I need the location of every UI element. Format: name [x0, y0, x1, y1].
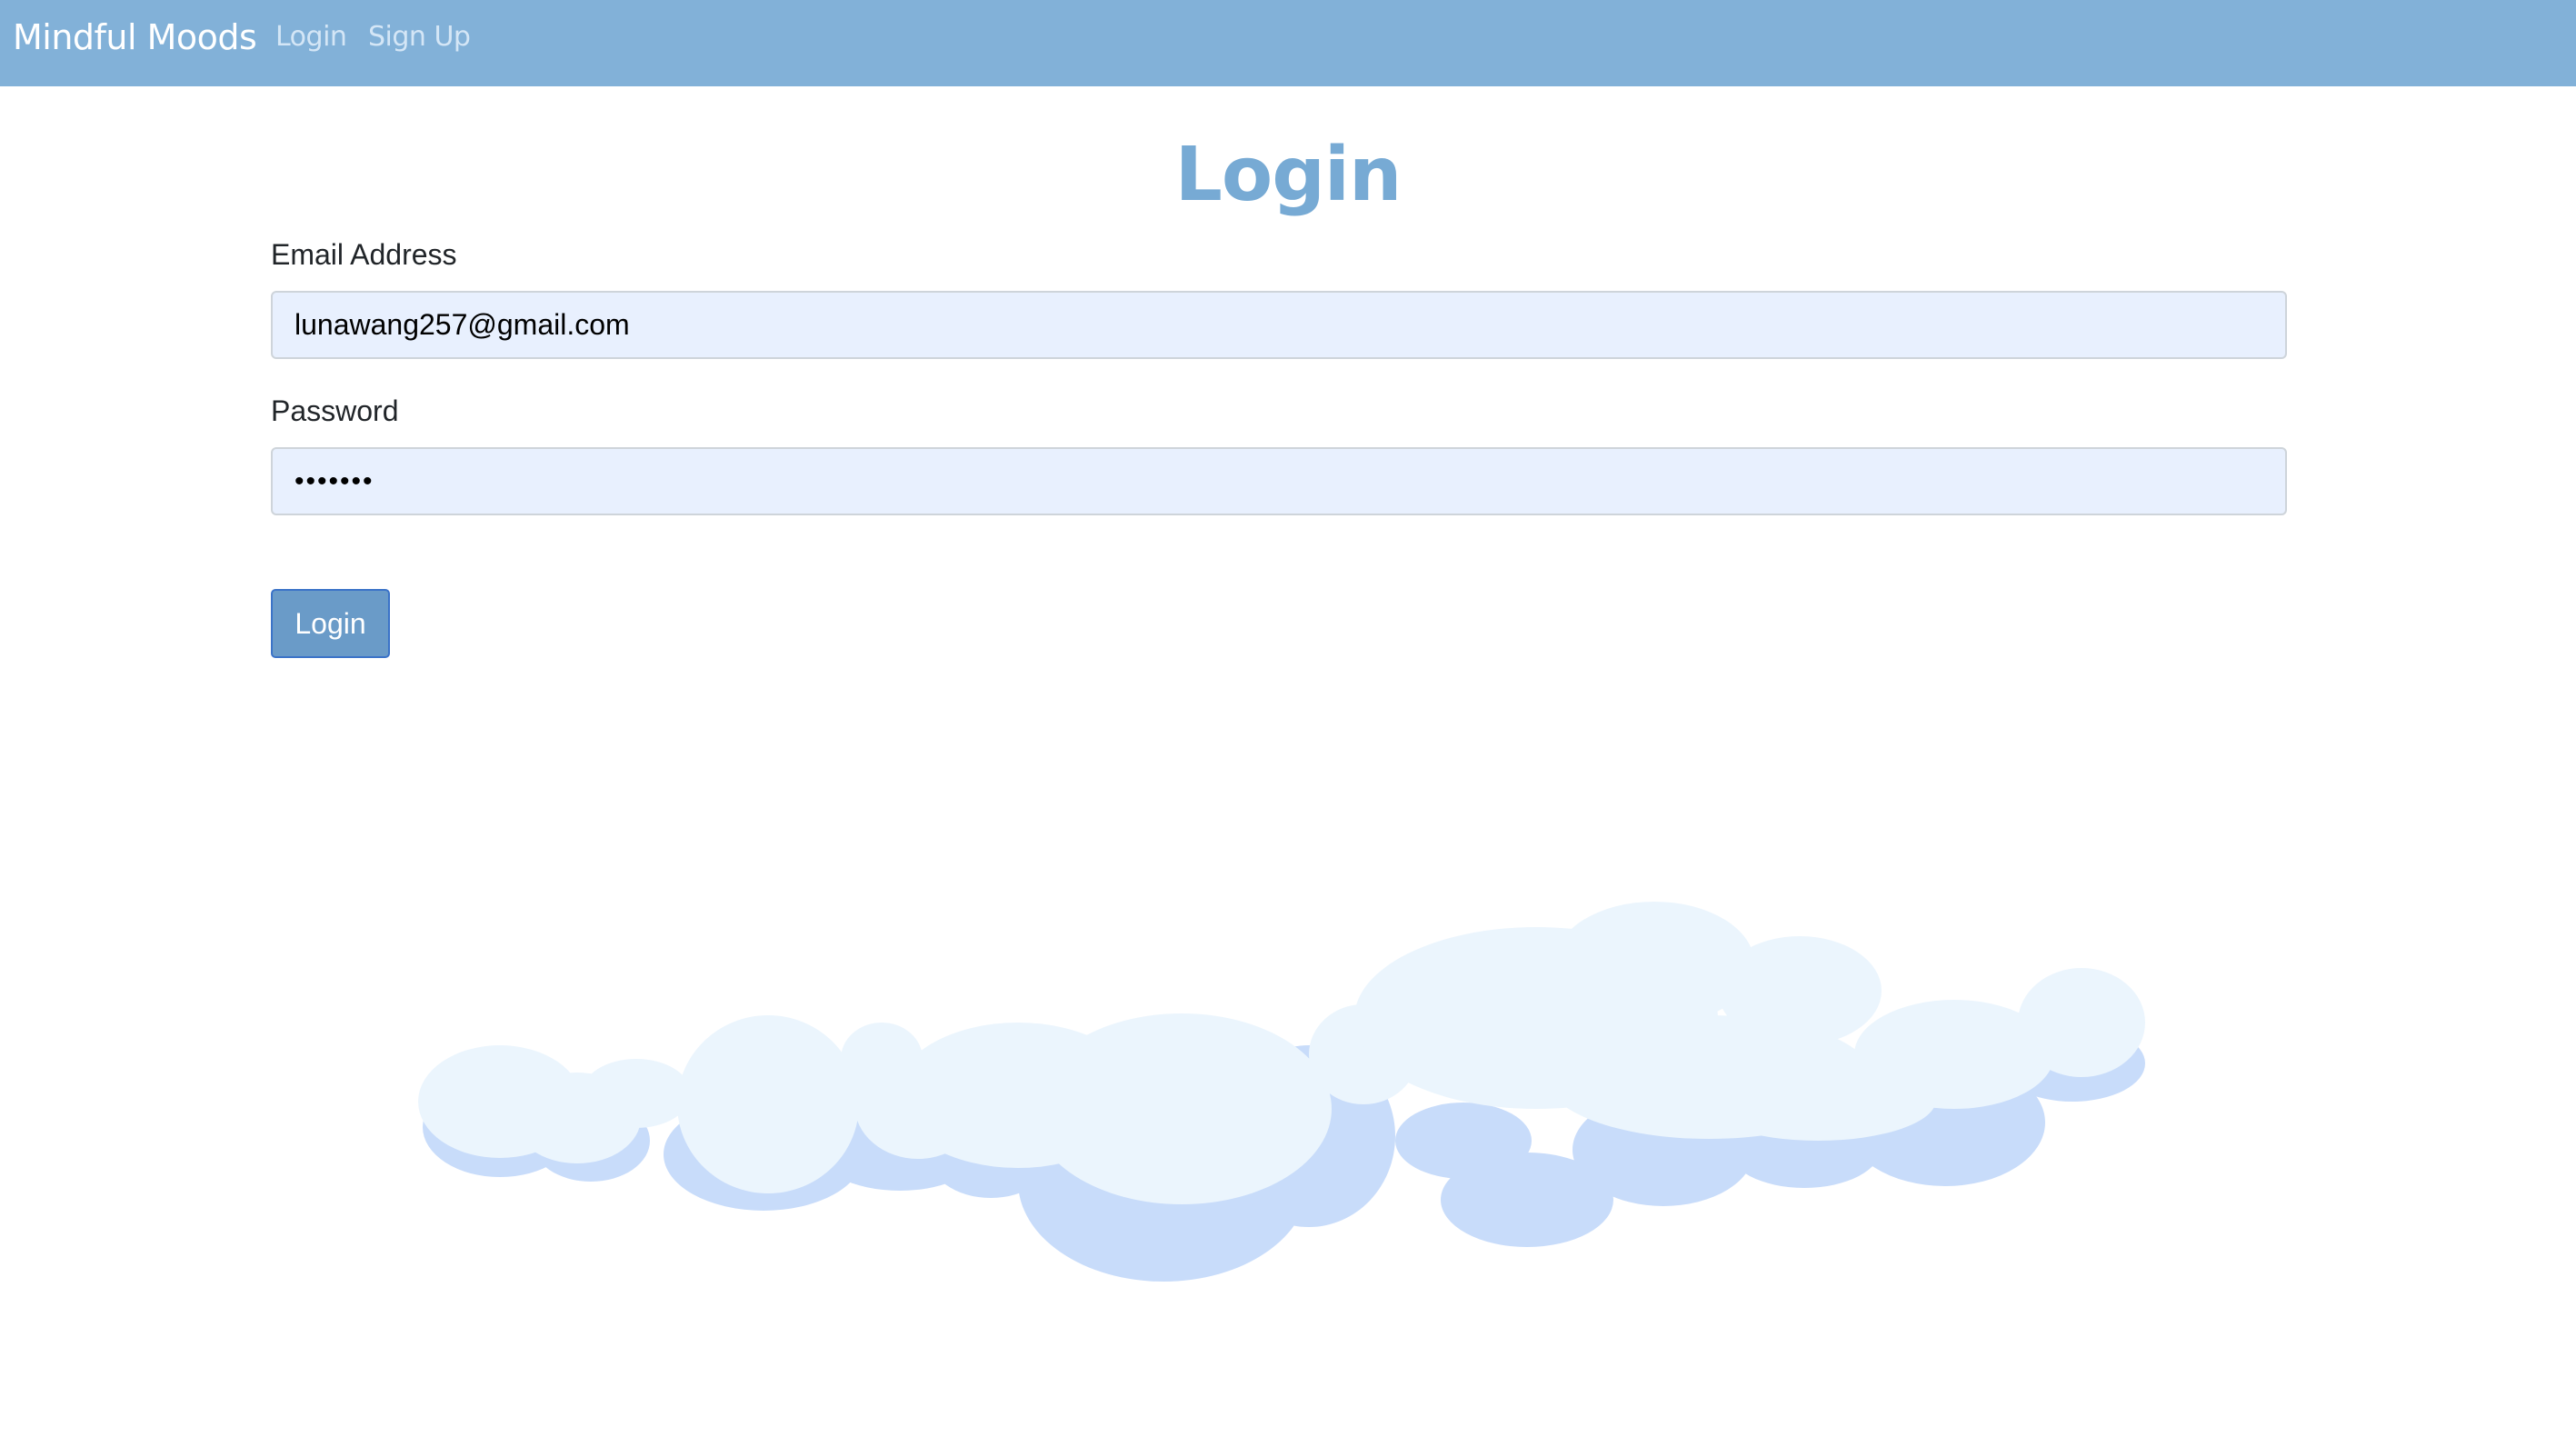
- page-title: Login: [1174, 132, 1403, 218]
- login-submit-button[interactable]: Login: [271, 589, 390, 658]
- nav-signup-link[interactable]: Sign Up: [368, 18, 471, 56]
- email-label: Email Address: [271, 238, 457, 271]
- password-label: Password: [271, 394, 399, 427]
- email-field[interactable]: [271, 291, 2287, 359]
- top-navbar: Mindful Moods Login Sign Up: [0, 0, 2576, 86]
- brand-logo-link[interactable]: Mindful Moods: [13, 15, 257, 60]
- nav-login-link[interactable]: Login: [275, 18, 347, 56]
- password-field[interactable]: [271, 447, 2287, 515]
